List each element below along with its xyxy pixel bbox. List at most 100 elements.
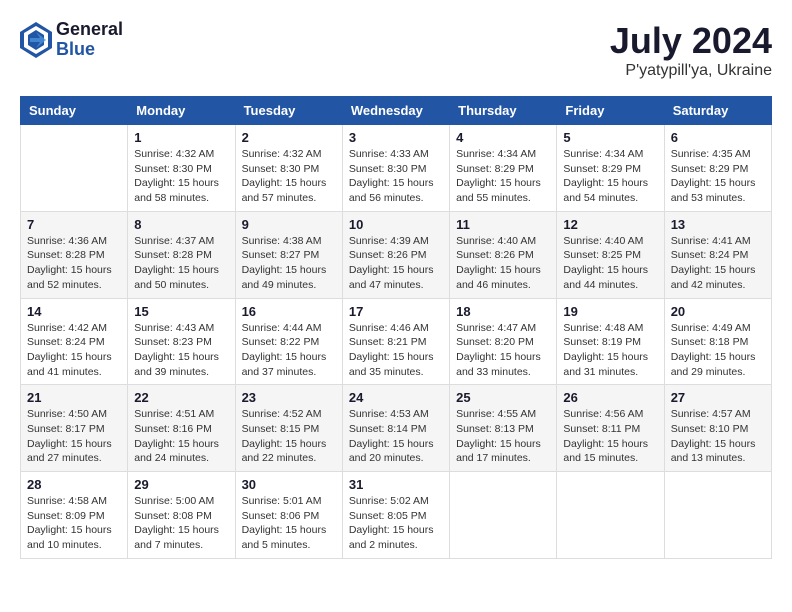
day-number: 14 (27, 304, 121, 319)
day-info: Sunrise: 4:34 AM Sunset: 8:29 PM Dayligh… (563, 147, 657, 206)
day-info: Sunrise: 5:02 AM Sunset: 8:05 PM Dayligh… (349, 494, 443, 553)
calendar-cell: 17Sunrise: 4:46 AM Sunset: 8:21 PM Dayli… (342, 298, 449, 385)
calendar-cell (21, 125, 128, 212)
logo-general: General (56, 20, 123, 40)
day-number: 29 (134, 477, 228, 492)
day-info: Sunrise: 4:39 AM Sunset: 8:26 PM Dayligh… (349, 234, 443, 293)
page-header: General Blue July 2024 P'yatypill'ya, Uk… (20, 20, 772, 80)
calendar-cell: 20 Sunrise: 4:49 AM Sunset: 8:18 PM Dayli… (664, 298, 771, 385)
calendar-cell: 8 Sunrise: 4:37 AM Sunset: 8:28 PM Daylig… (128, 211, 235, 298)
calendar-cell: 5 Sunrise: 4:34 AM Sunset: 8:29 PM Daylig… (557, 125, 664, 212)
calendar-cell (450, 472, 557, 559)
calendar-header-row: SundayMondayTuesdayWednesdayThursdayFrid… (21, 97, 772, 125)
logo-text: General Blue (56, 20, 123, 60)
calendar-cell: 24Sunrise: 4:53 AM Sunset: 8:14 PM Dayli… (342, 385, 449, 472)
day-number: 15 (134, 304, 228, 319)
day-info: Sunrise: 4:47 AM Sunset: 8:20 PM Dayligh… (456, 321, 550, 380)
day-number: 21 (27, 390, 121, 405)
day-number: 23 (242, 390, 336, 405)
day-info: Sunrise: 4:43 AM Sunset: 8:23 PM Dayligh… (134, 321, 228, 380)
logo-blue: Blue (56, 40, 123, 60)
calendar-cell: 18 Sunrise: 4:47 AM Sunset: 8:20 PM Dayli… (450, 298, 557, 385)
calendar-cell: 3 Sunrise: 4:33 AM Sunset: 8:30 PM Daylig… (342, 125, 449, 212)
day-info: Sunrise: 4:55 AM Sunset: 8:13 PM Dayligh… (456, 407, 550, 466)
calendar-cell: 23 Sunrise: 4:52 AM Sunset: 8:15 PM Dayli… (235, 385, 342, 472)
day-number: 9 (242, 217, 336, 232)
day-number: 17 (349, 304, 443, 319)
day-info: Sunrise: 4:32 AM Sunset: 8:30 PM Dayligh… (242, 147, 336, 206)
day-info: Sunrise: 4:52 AM Sunset: 8:15 PM Dayligh… (242, 407, 336, 466)
day-info: Sunrise: 4:32 AM Sunset: 8:30 PM Dayligh… (134, 147, 228, 206)
day-info: Sunrise: 4:33 AM Sunset: 8:30 PM Dayligh… (349, 147, 443, 206)
day-number: 28 (27, 477, 121, 492)
logo: General Blue (20, 20, 123, 60)
day-info: Sunrise: 4:49 AM Sunset: 8:18 PM Dayligh… (671, 321, 765, 380)
day-number: 30 (242, 477, 336, 492)
calendar-cell: 15 Sunrise: 4:43 AM Sunset: 8:23 PM Dayli… (128, 298, 235, 385)
calendar-week-row: 1Sunrise: 4:32 AM Sunset: 8:30 PM Daylig… (21, 125, 772, 212)
day-number: 8 (134, 217, 228, 232)
day-number: 22 (134, 390, 228, 405)
main-title: July 2024 (610, 20, 772, 62)
calendar-cell: 6 Sunrise: 4:35 AM Sunset: 8:29 PM Daylig… (664, 125, 771, 212)
calendar-cell: 7Sunrise: 4:36 AM Sunset: 8:28 PM Daylig… (21, 211, 128, 298)
calendar-week-row: 7Sunrise: 4:36 AM Sunset: 8:28 PM Daylig… (21, 211, 772, 298)
day-number: 19 (563, 304, 657, 319)
calendar-cell: 4Sunrise: 4:34 AM Sunset: 8:29 PM Daylig… (450, 125, 557, 212)
calendar-cell: 2Sunrise: 4:32 AM Sunset: 8:30 PM Daylig… (235, 125, 342, 212)
day-info: Sunrise: 4:40 AM Sunset: 8:25 PM Dayligh… (563, 234, 657, 293)
logo-icon (20, 22, 52, 58)
day-info: Sunrise: 4:57 AM Sunset: 8:10 PM Dayligh… (671, 407, 765, 466)
day-number: 7 (27, 217, 121, 232)
day-number: 5 (563, 130, 657, 145)
subtitle: P'yatypill'ya, Ukraine (610, 62, 772, 80)
day-info: Sunrise: 4:44 AM Sunset: 8:22 PM Dayligh… (242, 321, 336, 380)
calendar-header-wednesday: Wednesday (342, 97, 449, 125)
day-info: Sunrise: 4:56 AM Sunset: 8:11 PM Dayligh… (563, 407, 657, 466)
calendar-table: SundayMondayTuesdayWednesdayThursdayFrid… (20, 96, 772, 559)
day-number: 25 (456, 390, 550, 405)
day-info: Sunrise: 4:58 AM Sunset: 8:09 PM Dayligh… (27, 494, 121, 553)
calendar-header-sunday: Sunday (21, 97, 128, 125)
calendar-cell: 16 Sunrise: 4:44 AM Sunset: 8:22 PM Dayli… (235, 298, 342, 385)
calendar-cell: 13 Sunrise: 4:41 AM Sunset: 8:24 PM Dayli… (664, 211, 771, 298)
title-section: July 2024 P'yatypill'ya, Ukraine (610, 20, 772, 80)
calendar-cell: 25 Sunrise: 4:55 AM Sunset: 8:13 PM Dayli… (450, 385, 557, 472)
calendar-week-row: 21 Sunrise: 4:50 AM Sunset: 8:17 PM Dayli… (21, 385, 772, 472)
calendar-header-monday: Monday (128, 97, 235, 125)
calendar-cell: 9 Sunrise: 4:38 AM Sunset: 8:27 PM Daylig… (235, 211, 342, 298)
day-info: Sunrise: 4:38 AM Sunset: 8:27 PM Dayligh… (242, 234, 336, 293)
day-info: Sunrise: 5:00 AM Sunset: 8:08 PM Dayligh… (134, 494, 228, 553)
calendar-week-row: 14Sunrise: 4:42 AM Sunset: 8:24 PM Dayli… (21, 298, 772, 385)
calendar-cell: 12 Sunrise: 4:40 AM Sunset: 8:25 PM Dayli… (557, 211, 664, 298)
calendar-cell: 22 Sunrise: 4:51 AM Sunset: 8:16 PM Dayli… (128, 385, 235, 472)
calendar-cell: 19 Sunrise: 4:48 AM Sunset: 8:19 PM Dayli… (557, 298, 664, 385)
day-number: 6 (671, 130, 765, 145)
calendar-cell: 26 Sunrise: 4:56 AM Sunset: 8:11 PM Dayli… (557, 385, 664, 472)
calendar-cell: 21 Sunrise: 4:50 AM Sunset: 8:17 PM Dayli… (21, 385, 128, 472)
day-info: Sunrise: 4:51 AM Sunset: 8:16 PM Dayligh… (134, 407, 228, 466)
day-info: Sunrise: 4:41 AM Sunset: 8:24 PM Dayligh… (671, 234, 765, 293)
day-number: 16 (242, 304, 336, 319)
day-number: 13 (671, 217, 765, 232)
day-number: 31 (349, 477, 443, 492)
day-number: 18 (456, 304, 550, 319)
calendar-header-friday: Friday (557, 97, 664, 125)
calendar-cell: 14Sunrise: 4:42 AM Sunset: 8:24 PM Dayli… (21, 298, 128, 385)
calendar-cell (557, 472, 664, 559)
calendar-cell: 1Sunrise: 4:32 AM Sunset: 8:30 PM Daylig… (128, 125, 235, 212)
day-number: 26 (563, 390, 657, 405)
day-info: Sunrise: 4:50 AM Sunset: 8:17 PM Dayligh… (27, 407, 121, 466)
day-info: Sunrise: 4:35 AM Sunset: 8:29 PM Dayligh… (671, 147, 765, 206)
day-info: Sunrise: 4:37 AM Sunset: 8:28 PM Dayligh… (134, 234, 228, 293)
day-number: 4 (456, 130, 550, 145)
calendar-cell: 10Sunrise: 4:39 AM Sunset: 8:26 PM Dayli… (342, 211, 449, 298)
day-number: 3 (349, 130, 443, 145)
day-number: 11 (456, 217, 550, 232)
day-number: 12 (563, 217, 657, 232)
calendar-cell: 30 Sunrise: 5:01 AM Sunset: 8:06 PM Dayli… (235, 472, 342, 559)
day-number: 20 (671, 304, 765, 319)
day-info: Sunrise: 5:01 AM Sunset: 8:06 PM Dayligh… (242, 494, 336, 553)
day-info: Sunrise: 4:48 AM Sunset: 8:19 PM Dayligh… (563, 321, 657, 380)
day-number: 27 (671, 390, 765, 405)
